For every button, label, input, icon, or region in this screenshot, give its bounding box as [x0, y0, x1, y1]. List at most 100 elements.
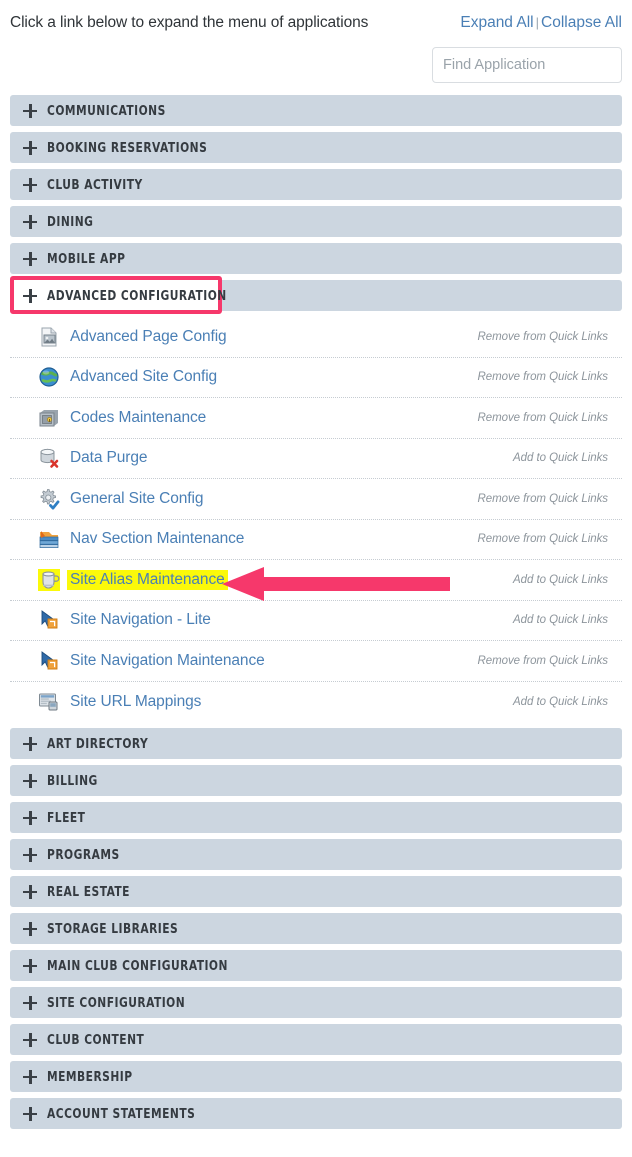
- category-label: Booking Reservations: [47, 139, 208, 156]
- category-header-membership[interactable]: Membership: [10, 1061, 622, 1092]
- quick-links-toggle[interactable]: Add to Quick Links: [513, 696, 608, 708]
- category-label: Art Directory: [47, 735, 149, 752]
- application-menu-page: Click a link below to expand the menu of…: [0, 0, 632, 1157]
- expand-all-link[interactable]: Expand All: [460, 14, 533, 31]
- category-label: Programs: [47, 846, 120, 863]
- plus-icon: [23, 773, 37, 788]
- quick-links-toggle[interactable]: Remove from Quick Links: [478, 655, 609, 667]
- category-label: Membership: [47, 1068, 133, 1085]
- category-header-fleet[interactable]: Fleet: [10, 802, 622, 833]
- plus-icon: [23, 1069, 37, 1084]
- application-row: Data Purge Add to Quick Links: [10, 439, 622, 479]
- category-header-booking-reservations[interactable]: Booking Reservations: [10, 132, 622, 163]
- page-image-icon: [38, 326, 60, 348]
- plus-icon: [23, 1032, 37, 1047]
- application-link[interactable]: Site Navigation - Lite: [70, 611, 211, 629]
- plus-icon: [23, 251, 37, 266]
- category-label: Account Statements: [47, 1105, 196, 1122]
- quick-links-toggle[interactable]: Remove from Quick Links: [478, 493, 609, 505]
- plus-icon: [23, 214, 37, 229]
- application-list: Advanced Page Config Remove from Quick Li…: [10, 317, 622, 722]
- plus-icon: [23, 140, 37, 155]
- plus-icon: [23, 1106, 37, 1121]
- application-link[interactable]: Nav Section Maintenance: [70, 530, 244, 548]
- quick-links-toggle[interactable]: Remove from Quick Links: [478, 331, 609, 343]
- category-label: Mobile App: [47, 250, 126, 267]
- plus-icon: [23, 995, 37, 1010]
- category-header-advanced-configuration[interactable]: Advanced Configuration: [10, 276, 622, 314]
- application-row: Site Alias Maintenance Add to Quick Links: [10, 560, 622, 601]
- application-row: Site URL Mappings Add to Quick Links: [10, 682, 622, 723]
- category-header-real-estate[interactable]: Real Estate: [10, 876, 622, 907]
- arrow-cursor-icon: [38, 609, 60, 631]
- application-link[interactable]: Site Alias Maintenance: [67, 569, 228, 590]
- category-label: Main Club Configuration: [47, 957, 228, 974]
- application-row: Codes Maintenance Remove from Quick Links: [10, 398, 622, 439]
- plus-icon: [23, 736, 37, 751]
- category-header-mobile-app[interactable]: Mobile App: [10, 243, 622, 274]
- application-row: Site Navigation - Lite Add to Quick Links: [10, 601, 622, 641]
- quick-links-toggle[interactable]: Add to Quick Links: [513, 574, 608, 586]
- category-header-site-configuration[interactable]: Site Configuration: [10, 987, 622, 1018]
- category-header-dining[interactable]: Dining: [10, 206, 622, 237]
- category-label: Club Content: [47, 1031, 145, 1048]
- application-link[interactable]: Advanced Page Config: [70, 328, 227, 346]
- category-header-storage-libraries[interactable]: Storage Libraries: [10, 913, 622, 944]
- category-label: Communications: [47, 102, 166, 119]
- plus-icon: [23, 884, 37, 899]
- category-header-billing[interactable]: Billing: [10, 765, 622, 796]
- application-link[interactable]: Codes Maintenance: [70, 409, 206, 427]
- category-label: Fleet: [47, 809, 86, 826]
- plus-icon: [23, 847, 37, 862]
- category-label: Site Configuration: [47, 994, 186, 1011]
- quick-links-toggle[interactable]: Remove from Quick Links: [478, 412, 609, 424]
- application-link[interactable]: General Site Config: [70, 490, 203, 508]
- application-row: Advanced Site Config Remove from Quick Li…: [10, 358, 622, 398]
- database-delete-icon: [38, 447, 60, 469]
- category-header-programs[interactable]: Programs: [10, 839, 622, 870]
- cup-icon: [38, 568, 60, 591]
- quick-links-toggle[interactable]: Add to Quick Links: [513, 614, 608, 626]
- application-category-list: Communications Booking Reservations Club A…: [10, 95, 622, 1135]
- expand-collapse-links: Expand All | Collapse All: [460, 14, 622, 32]
- application-row: Advanced Page Config Remove from Quick Li…: [10, 317, 622, 358]
- find-application-field[interactable]: [432, 47, 622, 83]
- application-link[interactable]: Site Navigation Maintenance: [70, 652, 265, 670]
- page-header: Click a link below to expand the menu of…: [0, 14, 632, 42]
- plus-icon: [23, 177, 37, 192]
- category-header-club-activity[interactable]: Club Activity: [10, 169, 622, 200]
- category-header-communications[interactable]: Communications: [10, 95, 622, 126]
- gear-check-icon: [38, 488, 60, 510]
- category-label: Club Activity: [47, 176, 143, 193]
- category-label: Real Estate: [47, 883, 130, 900]
- quick-links-toggle[interactable]: Add to Quick Links: [513, 452, 608, 464]
- layers-icon: [38, 528, 60, 550]
- plus-icon: [23, 958, 37, 973]
- quick-links-toggle[interactable]: Remove from Quick Links: [478, 371, 609, 383]
- plus-icon: [23, 921, 37, 936]
- category-label: Dining: [47, 213, 94, 230]
- application-link[interactable]: Data Purge: [70, 449, 148, 467]
- plus-icon: [23, 288, 37, 303]
- collapse-all-link[interactable]: Collapse All: [541, 14, 622, 31]
- link-separator: |: [535, 15, 539, 30]
- application-link[interactable]: Advanced Site Config: [70, 368, 217, 386]
- globe-icon: [38, 366, 60, 388]
- category-header-main-club-configuration[interactable]: Main Club Configuration: [10, 950, 622, 981]
- monitor-window-icon: [38, 691, 60, 713]
- application-row: Site Navigation Maintenance Remove from Q…: [10, 641, 622, 682]
- arrow-cursor-icon: [38, 650, 60, 672]
- safe-vault-icon: [38, 407, 60, 429]
- category-label: Advanced Configuration: [47, 287, 227, 304]
- category-header-club-content[interactable]: Club Content: [10, 1024, 622, 1055]
- category-label: Storage Libraries: [47, 920, 179, 937]
- quick-links-toggle[interactable]: Remove from Quick Links: [478, 533, 609, 545]
- category-header-account-statements[interactable]: Account Statements: [10, 1098, 622, 1129]
- application-link[interactable]: Site URL Mappings: [70, 693, 201, 711]
- plus-icon: [23, 810, 37, 825]
- plus-icon: [23, 103, 37, 118]
- application-row: General Site Config Remove from Quick Lin…: [10, 479, 622, 520]
- category-header-art-directory[interactable]: Art Directory: [10, 728, 622, 759]
- category-label: Billing: [47, 772, 98, 789]
- search-input[interactable]: [432, 47, 622, 83]
